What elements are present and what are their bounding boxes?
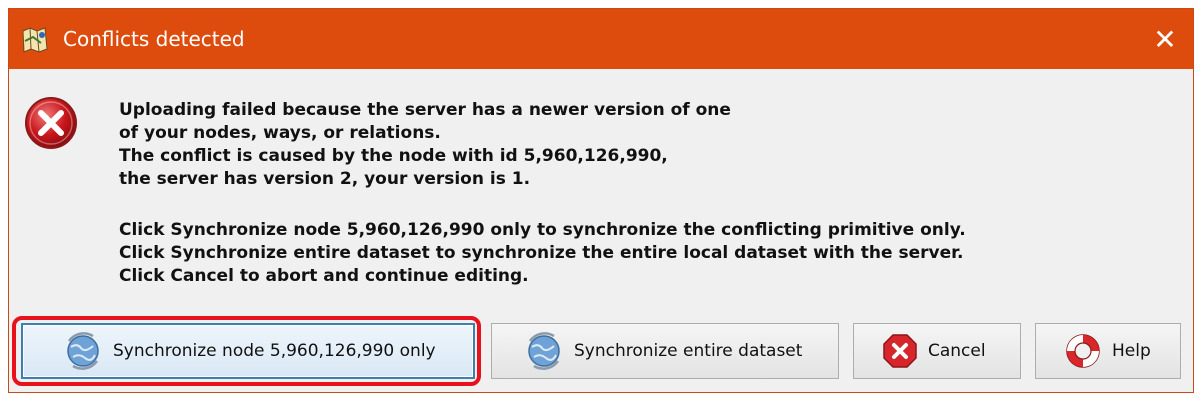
synchronize-dataset-button[interactable]: Synchronize entire dataset bbox=[491, 323, 839, 379]
cancel-button[interactable]: Cancel bbox=[853, 323, 1021, 379]
close-button[interactable]: ✕ bbox=[1137, 9, 1193, 69]
window-title: Conflicts detected bbox=[63, 27, 245, 51]
dialog-content: Uploading failed because the server has … bbox=[9, 69, 1193, 394]
globe-sync-icon bbox=[67, 332, 99, 370]
message-line: Click Synchronize entire dataset to sync… bbox=[119, 243, 964, 263]
message-line: Click Cancel to abort and continue editi… bbox=[119, 266, 529, 286]
message-line: the server has version 2, your version i… bbox=[119, 169, 531, 189]
close-icon: ✕ bbox=[1153, 22, 1177, 56]
message-spacer bbox=[119, 191, 1179, 219]
error-icon bbox=[25, 97, 77, 149]
lifebuoy-icon bbox=[1066, 334, 1100, 368]
message-line: Click Synchronize node 5,960,126,990 onl… bbox=[119, 220, 966, 240]
globe-sync-icon bbox=[528, 332, 560, 370]
conflict-dialog: Conflicts detected ✕ Uploading failed be… bbox=[8, 8, 1194, 393]
help-button[interactable]: Help bbox=[1035, 323, 1181, 379]
cancel-icon bbox=[883, 334, 917, 368]
synchronize-node-button[interactable]: Synchronize node 5,960,126,990 only bbox=[21, 323, 475, 379]
cancel-label: Cancel bbox=[928, 341, 986, 361]
synchronize-node-label: Synchronize node 5,960,126,990 only bbox=[113, 341, 436, 361]
message-line: Uploading failed because the server has … bbox=[119, 100, 731, 120]
message-line: of your nodes, ways, or relations. bbox=[119, 123, 441, 143]
josm-map-icon bbox=[22, 27, 48, 53]
message-text: Uploading failed because the server has … bbox=[119, 99, 1179, 288]
synchronize-dataset-label: Synchronize entire dataset bbox=[574, 341, 803, 361]
message-line: The conflict is caused by the node with … bbox=[119, 146, 668, 166]
title-bar: Conflicts detected ✕ bbox=[9, 9, 1193, 69]
help-label: Help bbox=[1112, 341, 1151, 361]
